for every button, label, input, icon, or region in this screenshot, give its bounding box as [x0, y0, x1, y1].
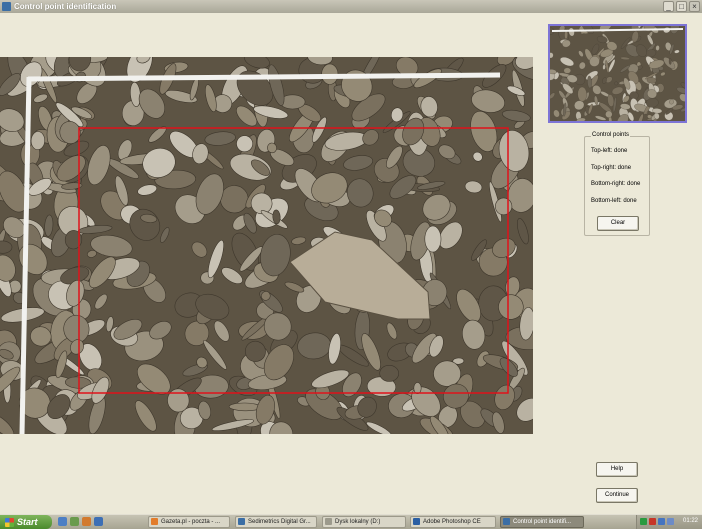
window-controls: _ □ ×	[663, 1, 700, 12]
system-tray: 01:22	[636, 515, 702, 529]
minimize-button[interactable]: _	[663, 1, 674, 12]
task-photoshop[interactable]: Adobe Photoshop CE	[410, 516, 496, 528]
photo-canvas[interactable]	[0, 57, 533, 434]
close-button[interactable]: ×	[689, 1, 700, 12]
media-icon[interactable]	[82, 517, 91, 526]
top-right-status: Top-right: done	[591, 165, 632, 171]
help-button[interactable]: Help	[596, 462, 638, 477]
pebble	[563, 67, 571, 74]
messenger-icon[interactable]	[667, 518, 674, 525]
matlab-icon	[238, 518, 245, 525]
window-title: Control point identification	[14, 2, 117, 11]
task-label: Dysk lokalny (D:)	[335, 519, 381, 525]
browser-icon	[151, 518, 158, 525]
clear-button[interactable]: Clear	[597, 216, 639, 231]
volume-icon[interactable]	[658, 518, 665, 525]
control-points-legend: Control points	[591, 132, 631, 138]
maximize-button[interactable]: □	[676, 1, 687, 12]
control-points-panel: Control points Top-left: done Top-right:…	[584, 132, 650, 236]
windows-logo-icon	[5, 517, 14, 527]
photoshop-icon	[413, 518, 420, 525]
task-label: Sedimetrics Digital Gr...	[248, 519, 311, 525]
pebble	[577, 86, 587, 102]
ie-icon[interactable]	[58, 517, 67, 526]
quick-launch	[58, 517, 103, 526]
top-left-status: Top-left: done	[591, 148, 628, 154]
task-dysk[interactable]: Dysk lokalny (D:)	[322, 516, 406, 528]
start-button[interactable]: Start	[0, 515, 52, 529]
bottom-left-status: Bottom-left: done	[591, 198, 637, 204]
continue-button[interactable]: Continue	[596, 488, 638, 503]
task-label: Gazeta.pl - poczta - ...	[161, 519, 221, 525]
desktop-icon[interactable]	[70, 517, 79, 526]
thumbnail-preview	[548, 24, 687, 123]
matlab-icon	[2, 2, 11, 11]
clock: 01:22	[682, 518, 698, 524]
network-icon[interactable]	[640, 518, 647, 525]
explorer-icon[interactable]	[94, 517, 103, 526]
task-label: Adobe Photoshop CE	[423, 519, 481, 525]
matlab-icon	[503, 518, 510, 525]
task-sedimetrics[interactable]: Sedimetrics Digital Gr...	[235, 516, 317, 528]
pebble	[413, 382, 422, 394]
thumbnail-canvas	[550, 26, 685, 121]
title-bar: Control point identification _ □ ×	[0, 0, 702, 13]
pebble	[379, 364, 399, 382]
pebble	[668, 58, 672, 65]
task-label: Control point identifi...	[513, 519, 572, 525]
pebble	[30, 131, 46, 150]
task-control-point[interactable]: Control point identifi...	[500, 516, 584, 528]
taskbar: Start Gazeta.pl - poczta - ... Sedimetri…	[0, 514, 702, 529]
bottom-right-status: Bottom-right: done	[591, 181, 641, 187]
antivirus-icon[interactable]	[649, 518, 656, 525]
sediment-photo[interactable]	[0, 57, 533, 434]
start-label: Start	[17, 517, 38, 527]
task-gazeta[interactable]: Gazeta.pl - poczta - ...	[148, 516, 230, 528]
drive-icon	[325, 518, 332, 525]
pebble	[424, 225, 442, 253]
